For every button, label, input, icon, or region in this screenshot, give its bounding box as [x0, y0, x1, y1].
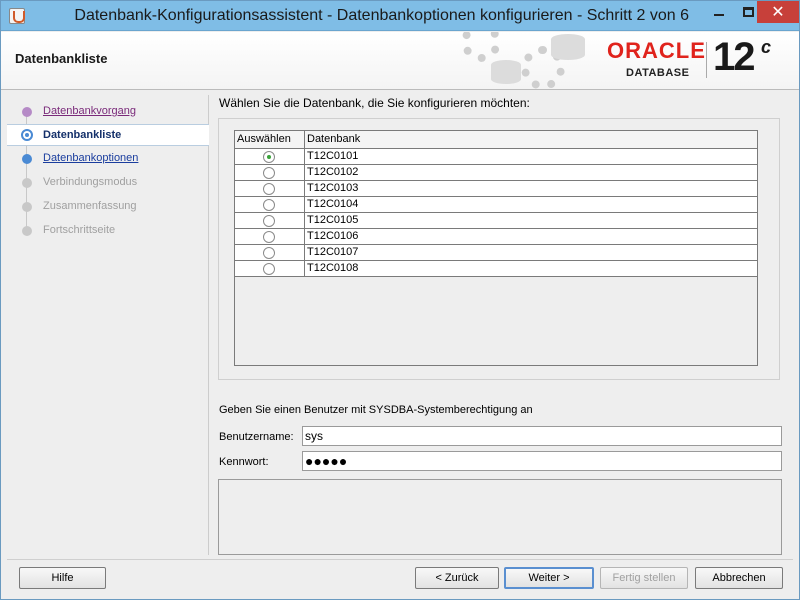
- gears-decoration-icon: [451, 32, 601, 90]
- oracle-logo: ORACLE: [607, 38, 706, 63]
- step-label: Fortschrittseite: [43, 224, 116, 236]
- step-disabled-icon: [22, 226, 32, 236]
- sysdba-instruction: Geben Sie einen Benutzer mit SYSDBA-Syst…: [219, 404, 533, 416]
- back-button[interactable]: < Zurück: [415, 567, 499, 589]
- database-name-cell: T12C0106: [307, 230, 359, 242]
- page-title: Datenbankliste: [15, 51, 108, 66]
- row-radio[interactable]: [263, 167, 275, 179]
- column-separator: [304, 131, 305, 277]
- column-header-database[interactable]: Datenbank: [307, 133, 360, 145]
- table-row[interactable]: T12C0104: [235, 197, 757, 213]
- step-label: Datenbankliste: [43, 129, 122, 141]
- table-row[interactable]: T12C0102: [235, 165, 757, 181]
- step-disabled-icon: [22, 202, 32, 212]
- step-label: Zusammenfassung: [43, 200, 137, 212]
- table-row[interactable]: T12C0106: [235, 229, 757, 245]
- finish-button: Fertig stellen: [600, 567, 688, 589]
- version-suffix: c: [761, 37, 772, 57]
- step-label: Verbindungsmodus: [43, 176, 138, 188]
- database-name-cell: T12C0108: [307, 262, 359, 274]
- help-button[interactable]: Hilfe: [19, 567, 106, 589]
- sidebar-step-fortschrittseite: Fortschrittseite: [7, 220, 209, 242]
- select-database-prompt: Wählen Sie die Datenbank, die Sie konfig…: [219, 96, 530, 110]
- row-radio[interactable]: [263, 183, 275, 195]
- database-logo-text: DATABASE: [626, 67, 690, 79]
- username-input[interactable]: [302, 426, 782, 446]
- username-label: Benutzername:: [219, 431, 294, 443]
- step-current-icon: [21, 129, 33, 141]
- footer-divider: [7, 559, 793, 560]
- header-band: Datenbankliste ORACLE DATABASE 12 c: [1, 32, 799, 90]
- minimize-icon: [714, 14, 724, 16]
- minimize-button[interactable]: [705, 1, 733, 23]
- version-logo: 12: [713, 35, 755, 79]
- database-name-cell: T12C0102: [307, 166, 359, 178]
- table-row[interactable]: T12C0107: [235, 245, 757, 261]
- message-area: [218, 479, 782, 555]
- next-button[interactable]: Weiter >: [504, 567, 594, 589]
- sidebar-step-datenbankvorgang[interactable]: Datenbankvorgang: [7, 101, 209, 123]
- logo-divider: [706, 42, 707, 78]
- step-disabled-icon: [22, 178, 32, 188]
- step-next-icon: [22, 154, 32, 164]
- row-radio[interactable]: [263, 247, 275, 259]
- table-row[interactable]: T12C0108: [235, 261, 757, 277]
- sidebar-step-zusammenfassung: Zusammenfassung: [7, 196, 209, 218]
- column-header-select[interactable]: Auswählen: [237, 133, 291, 145]
- close-icon: ✕: [771, 4, 785, 21]
- database-name-cell: T12C0101: [307, 150, 359, 162]
- maximize-icon: [742, 7, 754, 17]
- database-table[interactable]: Auswählen Datenbank T12C0101 T12C0102 T1…: [234, 130, 758, 366]
- table-row[interactable]: T12C0103: [235, 181, 757, 197]
- step-sidebar: Datenbankvorgang Datenbankliste Datenban…: [7, 95, 209, 555]
- row-radio[interactable]: [263, 199, 275, 211]
- step-visited-icon: [22, 107, 32, 117]
- database-name-cell: T12C0104: [307, 198, 359, 210]
- table-row[interactable]: T12C0101: [235, 149, 757, 165]
- database-name-cell: T12C0103: [307, 182, 359, 194]
- row-radio[interactable]: [263, 215, 275, 227]
- database-name-cell: T12C0107: [307, 246, 359, 258]
- password-input[interactable]: ●●●●●: [302, 451, 782, 471]
- table-row[interactable]: T12C0105: [235, 213, 757, 229]
- database-name-cell: T12C0105: [307, 214, 359, 226]
- sidebar-step-datenbankoptionen[interactable]: Datenbankoptionen: [7, 148, 209, 170]
- sidebar-step-verbindungsmodus: Verbindungsmodus: [7, 172, 209, 194]
- row-radio-selected[interactable]: [263, 151, 275, 163]
- close-button[interactable]: ✕: [757, 1, 799, 23]
- window-title: Datenbank-Konfigurationsassistent - Date…: [74, 7, 689, 24]
- app-window: Datenbank-Konfigurationsassistent - Date…: [0, 0, 800, 600]
- title-bar[interactable]: Datenbank-Konfigurationsassistent - Date…: [1, 1, 799, 31]
- table-header: Auswählen Datenbank: [235, 131, 757, 149]
- password-label: Kennwort:: [219, 456, 269, 468]
- cancel-button[interactable]: Abbrechen: [695, 567, 783, 589]
- row-radio[interactable]: [263, 263, 275, 275]
- step-label: Datenbankoptionen: [43, 152, 139, 164]
- step-label: Datenbankvorgang: [43, 105, 136, 117]
- row-radio[interactable]: [263, 231, 275, 243]
- sidebar-step-datenbankliste[interactable]: Datenbankliste: [7, 124, 209, 146]
